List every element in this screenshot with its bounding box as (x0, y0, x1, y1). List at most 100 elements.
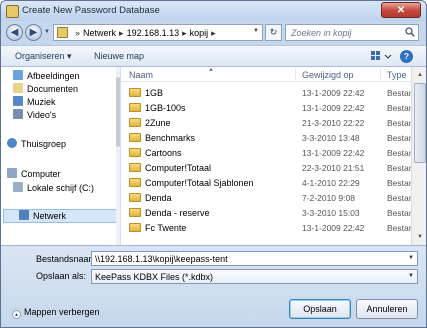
file-type: Bestan (387, 103, 414, 113)
file-date: 22-3-2010 21:51 (302, 163, 365, 173)
address-dropdown-icon[interactable]: ▼ (253, 28, 259, 34)
network-icon (19, 210, 29, 220)
videos-icon (13, 109, 23, 119)
save-dialog-window: Create New Password Database ✕ ◀ ▶ ▼ » Ne… (0, 0, 427, 328)
folder-icon (129, 223, 141, 232)
file-row[interactable]: Cartoons 13-1-2009 22:42 Bestan (121, 146, 426, 161)
forward-button[interactable]: ▶ (25, 24, 42, 41)
scroll-down-icon[interactable]: ▼ (414, 231, 426, 243)
file-type: Bestan (387, 148, 414, 158)
file-name: 1GB-100s (145, 103, 186, 113)
file-row[interactable]: Denda 7-2-2010 9:08 Bestan (121, 191, 426, 206)
title-bar[interactable]: Create New Password Database ✕ (1, 1, 426, 21)
file-row[interactable]: Computer!Totaal Sjablonen 4-1-2010 22:29 B… (121, 176, 426, 191)
sidebar-item-muziek[interactable]: Muziek (13, 96, 56, 108)
search-icon (405, 27, 415, 37)
homegroup-icon (7, 138, 17, 148)
file-date: 13-1-2009 22:42 (302, 103, 365, 113)
file-date: 13-1-2009 22:42 (302, 223, 365, 233)
column-divider[interactable] (295, 68, 296, 80)
breadcrumb-chevron-icon[interactable]: ▸ (119, 28, 124, 38)
hide-folders-toggle[interactable]: ▲ Mappen verbergen (12, 307, 100, 319)
folder-icon (129, 178, 141, 187)
navigation-pane: Afbeeldingen Documenten Muziek Video's T… (1, 67, 121, 245)
pictures-icon (13, 70, 23, 80)
file-date: 4-1-2010 22:29 (302, 178, 360, 188)
sidebar-item-videos[interactable]: Video's (13, 109, 56, 121)
new-folder-button[interactable]: Nieuwe map (94, 51, 144, 61)
folder-icon (129, 163, 141, 172)
folder-icon (129, 208, 141, 217)
network-folder-icon (57, 27, 68, 38)
filetype-dropdown-icon[interactable]: ▼ (408, 273, 414, 279)
collapse-icon: ▲ (12, 310, 21, 319)
file-list-scrollbar[interactable]: ▲ ▼ (411, 67, 426, 245)
back-button[interactable]: ◀ (6, 24, 23, 41)
filename-input[interactable]: \\192.168.1.13\kopij\keepass-tent ▼ (91, 251, 418, 266)
folder-icon (129, 88, 141, 97)
folder-icon (129, 193, 141, 202)
sidebar-scrollbar[interactable] (116, 67, 120, 245)
sidebar-item-afbeeldingen[interactable]: Afbeeldingen (13, 70, 80, 82)
sidebar-item-lokale-schijf[interactable]: Lokale schijf (C:) (13, 182, 94, 194)
file-name: Denda - reserve (145, 208, 210, 218)
file-type: Bestan (387, 133, 414, 143)
documents-icon (13, 83, 23, 93)
sidebar-scroll-thumb[interactable] (116, 77, 120, 147)
breadcrumb-kopij[interactable]: kopij (190, 28, 209, 38)
file-name: Denda (145, 193, 172, 203)
file-row[interactable]: 2Zune 21-3-2010 22:22 Bestan (121, 116, 426, 131)
organize-button[interactable]: Organiseren ▾ (15, 51, 72, 62)
breadcrumb-chevron-icon[interactable]: ▸ (211, 28, 216, 38)
file-row[interactable]: 1GB 13-1-2009 22:42 Bestan (121, 86, 426, 101)
filetype-value: KeePass KDBX Files (*.kdbx) (95, 272, 214, 282)
filename-value: \\192.168.1.13\kopij\keepass-tent (95, 254, 228, 264)
cancel-button[interactable]: Annuleren (356, 299, 418, 319)
breadcrumb-chevron-icon[interactable]: » (75, 28, 80, 38)
file-row[interactable]: Computer!Totaal 22-3-2010 21:51 Bestan (121, 161, 426, 176)
close-button[interactable]: ✕ (381, 2, 421, 18)
sidebar-item-netwerk[interactable]: Netwerk (3, 209, 118, 223)
file-name: Fc Twente (145, 223, 187, 233)
window-title: Create New Password Database (22, 5, 160, 16)
save-panel: Bestandsnaam: \\192.168.1.13\kopij\keepa… (1, 245, 426, 327)
save-button[interactable]: Opslaan (289, 299, 351, 319)
file-type: Bestan (387, 178, 414, 188)
file-list-header: Naam ▲ Gewijzigd op Type (121, 67, 426, 82)
filetype-select[interactable]: KeePass KDBX Files (*.kdbx) ▼ (91, 269, 418, 284)
breadcrumb-host[interactable]: 192.168.1.13 (127, 28, 180, 38)
file-row[interactable]: Denda - reserve 3-3-2010 15:03 Bestan (121, 206, 426, 221)
filename-dropdown-icon[interactable]: ▼ (408, 255, 414, 261)
change-view-icon[interactable] (370, 50, 394, 63)
command-toolbar: Organiseren ▾ Nieuwe map ? (1, 45, 426, 67)
address-bar[interactable]: » Netwerk ▸ 192.168.1.13 ▸ kopij ▸ ▼ (53, 24, 263, 41)
search-input[interactable]: Zoeken in kopij (285, 24, 419, 41)
file-date: 21-3-2010 22:22 (302, 118, 365, 128)
help-icon[interactable]: ? (400, 50, 413, 63)
file-name: Benchmarks (145, 133, 196, 143)
file-list: Naam ▲ Gewijzigd op Type 1GB 13-1-2009 22… (121, 67, 426, 245)
column-header-type[interactable]: Type (387, 70, 407, 80)
file-name: Cartoons (145, 148, 182, 158)
sidebar-item-documenten[interactable]: Documenten (13, 83, 78, 95)
scroll-up-icon[interactable]: ▲ (414, 69, 426, 81)
column-header-date[interactable]: Gewijzigd op (302, 70, 354, 80)
column-header-name[interactable]: Naam (129, 70, 153, 80)
refresh-button[interactable]: ↻ (265, 24, 282, 41)
breadcrumb-chevron-icon[interactable]: ▸ (182, 28, 187, 38)
search-placeholder: Zoeken in kopij (291, 28, 352, 38)
file-name: Computer!Totaal Sjablonen (145, 178, 254, 188)
sidebar-item-thuisgroep[interactable]: Thuisgroep (7, 138, 66, 150)
breadcrumb-netwerk[interactable]: Netwerk (83, 28, 116, 38)
file-row[interactable]: Fc Twente 13-1-2009 22:42 Bestan (121, 221, 426, 236)
file-row[interactable]: Benchmarks 3-3-2010 13:48 Bestan (121, 131, 426, 146)
folder-icon (129, 103, 141, 112)
filename-label: Bestandsnaam: (36, 254, 99, 264)
scroll-thumb[interactable] (414, 83, 426, 163)
sidebar-item-computer[interactable]: Computer (7, 168, 61, 180)
file-name: 2Zune (145, 118, 171, 128)
hide-folders-label: Mappen verbergen (24, 307, 100, 317)
file-row[interactable]: 1GB-100s 13-1-2009 22:42 Bestan (121, 101, 426, 116)
column-divider[interactable] (380, 68, 381, 80)
recent-locations-dropdown-icon[interactable]: ▼ (44, 29, 50, 35)
